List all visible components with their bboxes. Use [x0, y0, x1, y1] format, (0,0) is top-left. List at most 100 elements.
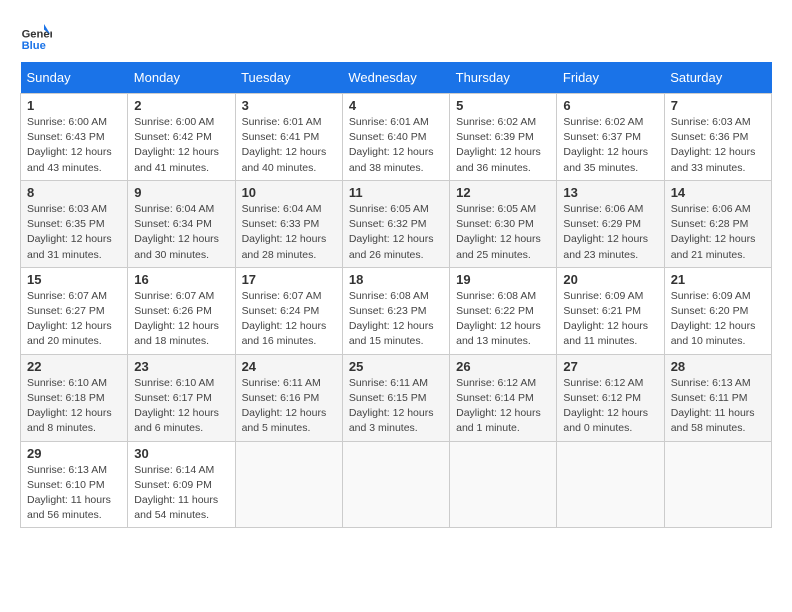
day-number: 22 [27, 359, 121, 374]
day-detail: Sunrise: 6:08 AMSunset: 6:22 PMDaylight:… [456, 290, 541, 348]
calendar-table: SundayMondayTuesdayWednesdayThursdayFrid… [20, 62, 772, 528]
day-number: 16 [134, 272, 228, 287]
logo: General Blue [20, 20, 58, 52]
calendar-cell [450, 441, 557, 528]
day-number: 24 [242, 359, 336, 374]
calendar-cell: 8 Sunrise: 6:03 AMSunset: 6:35 PMDayligh… [21, 180, 128, 267]
day-number: 20 [563, 272, 657, 287]
day-number: 6 [563, 98, 657, 113]
day-detail: Sunrise: 6:00 AMSunset: 6:42 PMDaylight:… [134, 116, 219, 174]
day-detail: Sunrise: 6:06 AMSunset: 6:29 PMDaylight:… [563, 203, 648, 261]
day-detail: Sunrise: 6:03 AMSunset: 6:36 PMDaylight:… [671, 116, 756, 174]
day-detail: Sunrise: 6:13 AMSunset: 6:10 PMDaylight:… [27, 464, 111, 522]
day-detail: Sunrise: 6:13 AMSunset: 6:11 PMDaylight:… [671, 377, 755, 435]
day-number: 17 [242, 272, 336, 287]
logo-icon: General Blue [20, 20, 52, 52]
calendar-cell: 24 Sunrise: 6:11 AMSunset: 6:16 PMDaylig… [235, 354, 342, 441]
day-number: 28 [671, 359, 765, 374]
day-detail: Sunrise: 6:09 AMSunset: 6:20 PMDaylight:… [671, 290, 756, 348]
day-number: 9 [134, 185, 228, 200]
day-detail: Sunrise: 6:12 AMSunset: 6:14 PMDaylight:… [456, 377, 541, 435]
col-header-tuesday: Tuesday [235, 62, 342, 94]
calendar-cell: 29 Sunrise: 6:13 AMSunset: 6:10 PMDaylig… [21, 441, 128, 528]
calendar-cell: 4 Sunrise: 6:01 AMSunset: 6:40 PMDayligh… [342, 94, 449, 181]
day-number: 2 [134, 98, 228, 113]
day-detail: Sunrise: 6:03 AMSunset: 6:35 PMDaylight:… [27, 203, 112, 261]
day-detail: Sunrise: 6:11 AMSunset: 6:15 PMDaylight:… [349, 377, 434, 435]
page-header: General Blue [20, 20, 772, 52]
week-row-1: 8 Sunrise: 6:03 AMSunset: 6:35 PMDayligh… [21, 180, 772, 267]
svg-text:Blue: Blue [22, 40, 46, 52]
calendar-cell: 5 Sunrise: 6:02 AMSunset: 6:39 PMDayligh… [450, 94, 557, 181]
calendar-cell: 10 Sunrise: 6:04 AMSunset: 6:33 PMDaylig… [235, 180, 342, 267]
calendar-cell: 27 Sunrise: 6:12 AMSunset: 6:12 PMDaylig… [557, 354, 664, 441]
day-detail: Sunrise: 6:09 AMSunset: 6:21 PMDaylight:… [563, 290, 648, 348]
day-detail: Sunrise: 6:14 AMSunset: 6:09 PMDaylight:… [134, 464, 218, 522]
day-number: 10 [242, 185, 336, 200]
day-detail: Sunrise: 6:10 AMSunset: 6:18 PMDaylight:… [27, 377, 112, 435]
calendar-cell: 15 Sunrise: 6:07 AMSunset: 6:27 PMDaylig… [21, 267, 128, 354]
week-row-3: 22 Sunrise: 6:10 AMSunset: 6:18 PMDaylig… [21, 354, 772, 441]
calendar-cell: 28 Sunrise: 6:13 AMSunset: 6:11 PMDaylig… [664, 354, 771, 441]
calendar-cell: 30 Sunrise: 6:14 AMSunset: 6:09 PMDaylig… [128, 441, 235, 528]
day-number: 8 [27, 185, 121, 200]
calendar-cell: 21 Sunrise: 6:09 AMSunset: 6:20 PMDaylig… [664, 267, 771, 354]
day-number: 4 [349, 98, 443, 113]
day-number: 30 [134, 446, 228, 461]
calendar-cell: 17 Sunrise: 6:07 AMSunset: 6:24 PMDaylig… [235, 267, 342, 354]
col-header-saturday: Saturday [664, 62, 771, 94]
col-header-wednesday: Wednesday [342, 62, 449, 94]
calendar-cell: 14 Sunrise: 6:06 AMSunset: 6:28 PMDaylig… [664, 180, 771, 267]
calendar-cell [342, 441, 449, 528]
day-detail: Sunrise: 6:10 AMSunset: 6:17 PMDaylight:… [134, 377, 219, 435]
calendar-cell: 3 Sunrise: 6:01 AMSunset: 6:41 PMDayligh… [235, 94, 342, 181]
day-detail: Sunrise: 6:04 AMSunset: 6:33 PMDaylight:… [242, 203, 327, 261]
day-detail: Sunrise: 6:12 AMSunset: 6:12 PMDaylight:… [563, 377, 648, 435]
week-row-4: 29 Sunrise: 6:13 AMSunset: 6:10 PMDaylig… [21, 441, 772, 528]
calendar-cell: 9 Sunrise: 6:04 AMSunset: 6:34 PMDayligh… [128, 180, 235, 267]
calendar-cell: 13 Sunrise: 6:06 AMSunset: 6:29 PMDaylig… [557, 180, 664, 267]
day-detail: Sunrise: 6:02 AMSunset: 6:39 PMDaylight:… [456, 116, 541, 174]
day-detail: Sunrise: 6:07 AMSunset: 6:24 PMDaylight:… [242, 290, 327, 348]
calendar-cell [235, 441, 342, 528]
day-number: 26 [456, 359, 550, 374]
day-number: 1 [27, 98, 121, 113]
day-number: 18 [349, 272, 443, 287]
day-number: 15 [27, 272, 121, 287]
calendar-cell: 23 Sunrise: 6:10 AMSunset: 6:17 PMDaylig… [128, 354, 235, 441]
col-header-sunday: Sunday [21, 62, 128, 94]
calendar-cell: 19 Sunrise: 6:08 AMSunset: 6:22 PMDaylig… [450, 267, 557, 354]
calendar-cell: 2 Sunrise: 6:00 AMSunset: 6:42 PMDayligh… [128, 94, 235, 181]
calendar-cell: 20 Sunrise: 6:09 AMSunset: 6:21 PMDaylig… [557, 267, 664, 354]
header-row: SundayMondayTuesdayWednesdayThursdayFrid… [21, 62, 772, 94]
day-number: 11 [349, 185, 443, 200]
day-number: 3 [242, 98, 336, 113]
calendar-cell [557, 441, 664, 528]
day-detail: Sunrise: 6:02 AMSunset: 6:37 PMDaylight:… [563, 116, 648, 174]
day-detail: Sunrise: 6:11 AMSunset: 6:16 PMDaylight:… [242, 377, 327, 435]
day-number: 5 [456, 98, 550, 113]
week-row-2: 15 Sunrise: 6:07 AMSunset: 6:27 PMDaylig… [21, 267, 772, 354]
col-header-monday: Monday [128, 62, 235, 94]
col-header-thursday: Thursday [450, 62, 557, 94]
day-detail: Sunrise: 6:08 AMSunset: 6:23 PMDaylight:… [349, 290, 434, 348]
calendar-cell: 11 Sunrise: 6:05 AMSunset: 6:32 PMDaylig… [342, 180, 449, 267]
calendar-cell: 6 Sunrise: 6:02 AMSunset: 6:37 PMDayligh… [557, 94, 664, 181]
calendar-cell: 1 Sunrise: 6:00 AMSunset: 6:43 PMDayligh… [21, 94, 128, 181]
calendar-cell: 18 Sunrise: 6:08 AMSunset: 6:23 PMDaylig… [342, 267, 449, 354]
day-detail: Sunrise: 6:01 AMSunset: 6:41 PMDaylight:… [242, 116, 327, 174]
day-detail: Sunrise: 6:01 AMSunset: 6:40 PMDaylight:… [349, 116, 434, 174]
calendar-cell: 12 Sunrise: 6:05 AMSunset: 6:30 PMDaylig… [450, 180, 557, 267]
day-number: 13 [563, 185, 657, 200]
calendar-cell: 26 Sunrise: 6:12 AMSunset: 6:14 PMDaylig… [450, 354, 557, 441]
day-detail: Sunrise: 6:07 AMSunset: 6:27 PMDaylight:… [27, 290, 112, 348]
calendar-cell [664, 441, 771, 528]
col-header-friday: Friday [557, 62, 664, 94]
day-number: 23 [134, 359, 228, 374]
day-detail: Sunrise: 6:00 AMSunset: 6:43 PMDaylight:… [27, 116, 112, 174]
day-number: 29 [27, 446, 121, 461]
day-number: 14 [671, 185, 765, 200]
day-number: 21 [671, 272, 765, 287]
day-detail: Sunrise: 6:07 AMSunset: 6:26 PMDaylight:… [134, 290, 219, 348]
day-number: 12 [456, 185, 550, 200]
